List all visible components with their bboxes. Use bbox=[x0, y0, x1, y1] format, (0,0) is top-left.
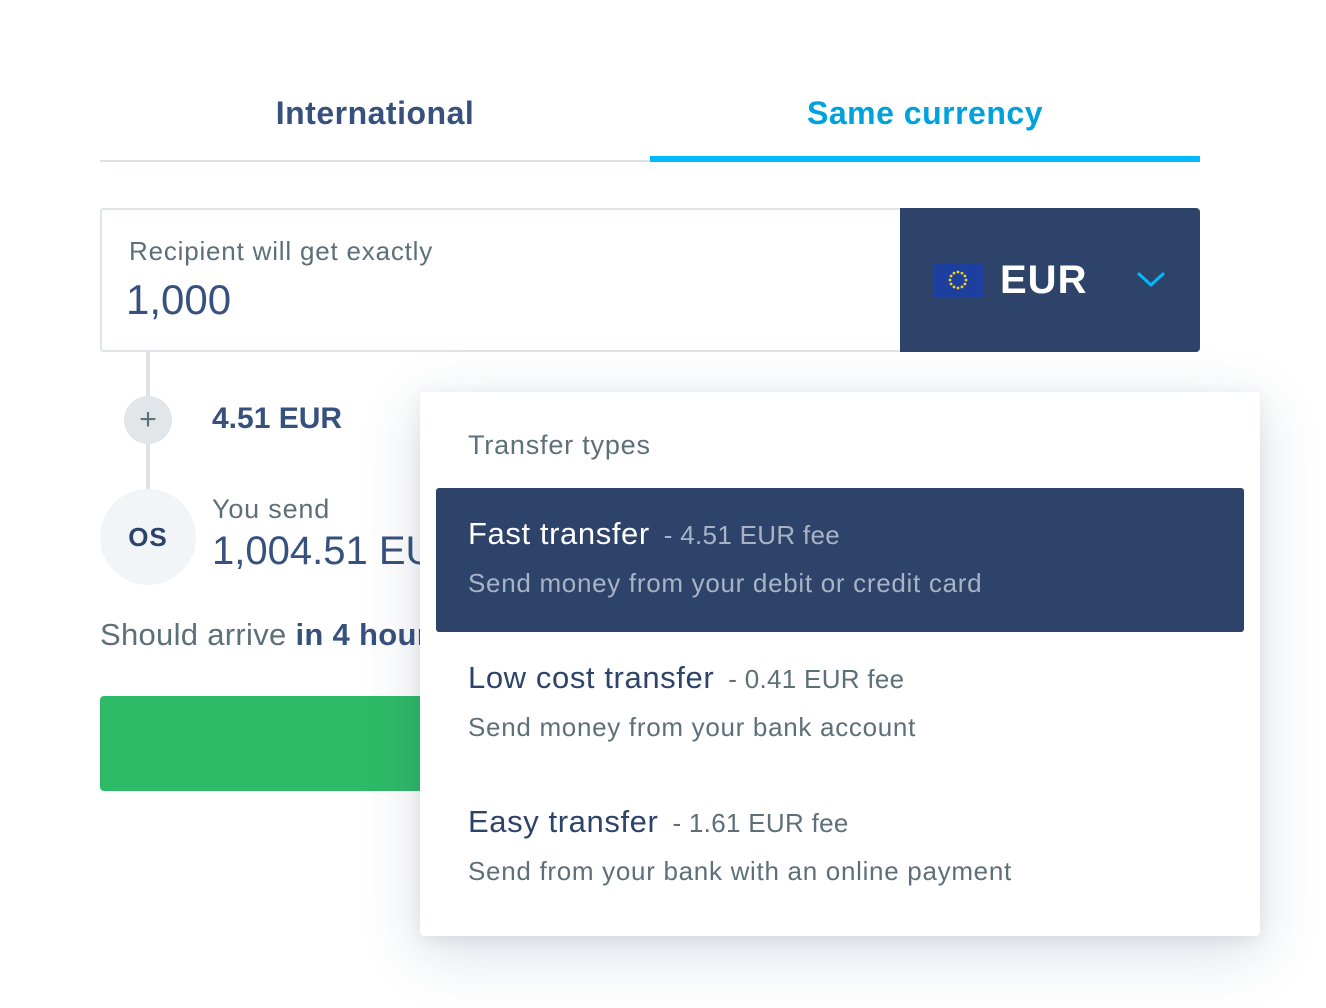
recipient-amount-label: Recipient will get exactly bbox=[129, 236, 434, 266]
option-name: Fast transfer bbox=[468, 516, 650, 551]
option-title: Fast transfer - 4.51 EUR fee bbox=[468, 516, 840, 552]
eu-flag-icon bbox=[933, 263, 983, 297]
option-fee: - 0.41 EUR fee bbox=[728, 664, 905, 694]
transfer-tabs: International Same currency bbox=[100, 70, 1200, 162]
option-name: Easy transfer bbox=[468, 804, 659, 839]
option-fast-transfer[interactable]: Fast transfer - 4.51 EUR fee Send money f… bbox=[436, 488, 1244, 632]
option-description: Send money from your bank account bbox=[468, 712, 916, 742]
currency-code: EUR bbox=[1000, 258, 1088, 302]
option-name: Low cost transfer bbox=[468, 660, 715, 695]
option-fee: - 4.51 EUR fee bbox=[663, 520, 840, 550]
arrival-estimate: Should arrive in 4 hours bbox=[100, 617, 447, 653]
chevron-down-icon bbox=[1137, 272, 1165, 287]
option-description: Send money from your debit or credit car… bbox=[468, 568, 983, 598]
currency-select[interactable]: EUR bbox=[900, 208, 1200, 352]
recipient-amount-input[interactable] bbox=[126, 276, 826, 324]
tab-same-currency[interactable]: Same currency bbox=[650, 70, 1200, 162]
option-easy-transfer[interactable]: Easy transfer - 1.61 EUR fee Send from yo… bbox=[436, 776, 1244, 920]
avatar: OS bbox=[100, 489, 196, 585]
plus-icon: + bbox=[124, 396, 172, 444]
option-description: Send from your bank with an online payme… bbox=[468, 856, 1012, 886]
option-title: Easy transfer - 1.61 EUR fee bbox=[468, 804, 849, 840]
recipient-amount-field[interactable]: Recipient will get exactly bbox=[100, 208, 900, 352]
transfer-types-dropdown: Transfer types Fast transfer - 4.51 EUR f… bbox=[420, 392, 1260, 936]
option-fee: - 1.61 EUR fee bbox=[672, 808, 849, 838]
you-send-label: You send bbox=[212, 494, 331, 524]
option-title: Low cost transfer - 0.41 EUR fee bbox=[468, 660, 904, 696]
option-low-cost-transfer[interactable]: Low cost transfer - 0.41 EUR fee Send mon… bbox=[436, 632, 1244, 776]
dropdown-title: Transfer types bbox=[468, 430, 651, 460]
arrival-prefix: Should arrive bbox=[100, 617, 287, 652]
tab-international[interactable]: International bbox=[100, 70, 650, 160]
fee-amount: 4.51 EUR bbox=[212, 402, 343, 435]
